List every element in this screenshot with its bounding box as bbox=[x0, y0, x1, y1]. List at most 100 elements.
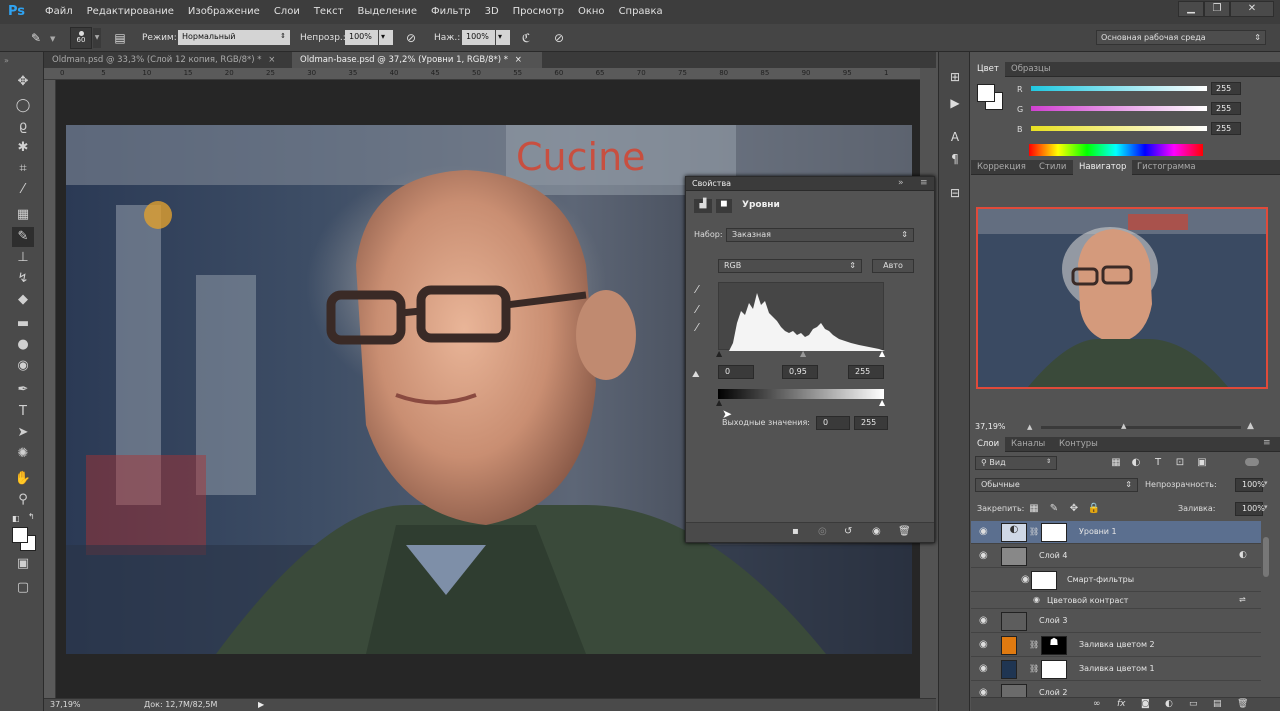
layer-row[interactable]: ◉ Слой 3 bbox=[971, 610, 1261, 633]
move-tool-icon[interactable]: ✥ bbox=[12, 72, 34, 92]
zoom-slider-thumb[interactable]: ▲ bbox=[1121, 422, 1126, 430]
brush-panel-icon[interactable]: ▤ bbox=[112, 30, 128, 46]
filter-shape-icon[interactable]: ⊡ bbox=[1173, 456, 1187, 470]
layer-row[interactable]: ◉ ◐ ⛓ Уровни 1 bbox=[971, 521, 1261, 544]
foreground-color-swatch[interactable] bbox=[12, 527, 28, 543]
delete-adjustment-icon[interactable]: 🗑 bbox=[898, 526, 911, 537]
default-colors-icon[interactable]: ◧ bbox=[12, 514, 22, 524]
brush-tool-icon[interactable]: ✎ bbox=[12, 227, 34, 247]
layers-scrollbar[interactable] bbox=[1263, 537, 1269, 577]
status-menu-icon[interactable]: ▶ bbox=[258, 700, 264, 709]
view-previous-icon[interactable]: ◎ bbox=[818, 526, 827, 537]
panel-menu-icon[interactable]: ≡ bbox=[1263, 438, 1271, 448]
foreground-color-swatch[interactable] bbox=[977, 84, 995, 102]
collapse-panel-icon[interactable]: » bbox=[898, 178, 904, 188]
menu-select[interactable]: Выделение bbox=[350, 0, 424, 24]
screen-mode-icon[interactable]: ▢ bbox=[12, 578, 34, 598]
status-zoom[interactable]: 37,19% bbox=[50, 700, 81, 709]
navigator-zoom[interactable]: 37,19% bbox=[975, 422, 1006, 431]
collapse-icon[interactable]: » bbox=[4, 56, 9, 65]
filter-type-icon[interactable]: T bbox=[1151, 456, 1165, 470]
lock-all-icon[interactable]: 🔒 bbox=[1087, 502, 1101, 516]
input-gamma-field[interactable]: 0,95 bbox=[782, 365, 818, 379]
tab-paths[interactable]: Контуры bbox=[1053, 437, 1104, 452]
history-icon[interactable]: ⊞ bbox=[945, 68, 965, 86]
tablet-pressure-icon[interactable]: ⊘ bbox=[551, 30, 567, 46]
input-white-field[interactable]: 255 bbox=[848, 365, 884, 379]
smart-filter-icon[interactable]: ◐ bbox=[1239, 550, 1247, 560]
marquee-tool-icon[interactable]: ◯ bbox=[12, 96, 34, 116]
workspace-select[interactable]: Основная рабочая среда ⇕ bbox=[1096, 30, 1266, 45]
clip-to-layer-icon[interactable]: ▪ bbox=[792, 526, 799, 537]
type-tool-icon[interactable]: T bbox=[12, 402, 34, 422]
opacity-dropdown[interactable]: ▾ bbox=[1264, 479, 1268, 487]
zoom-tool-icon[interactable]: ⚲ bbox=[12, 490, 34, 510]
close-window-button[interactable]: ✕ bbox=[1230, 1, 1274, 17]
navigator-zoom-slider[interactable] bbox=[1041, 426, 1241, 429]
minimize-button[interactable]: ▁ bbox=[1178, 1, 1204, 17]
layer-row[interactable]: ◉ Слой 2 bbox=[971, 682, 1261, 697]
new-group-icon[interactable]: ▭ bbox=[1189, 699, 1198, 709]
eye-icon[interactable]: ◉ bbox=[979, 526, 988, 537]
output-black-slider[interactable]: ▲ bbox=[716, 398, 722, 407]
panel-menu-icon[interactable]: ≡ bbox=[920, 178, 928, 188]
swap-colors-icon[interactable]: ↰ bbox=[28, 512, 35, 521]
eye-icon[interactable]: ◉ bbox=[979, 550, 988, 561]
output-white-field[interactable]: 255 bbox=[854, 416, 888, 430]
new-adjustment-icon[interactable]: ◐ bbox=[1165, 699, 1173, 709]
gray-point-eyedropper-icon[interactable]: ⁄ bbox=[696, 303, 698, 316]
tab-adjustments[interactable]: Коррекция bbox=[971, 160, 1032, 175]
input-black-slider[interactable]: ▲ bbox=[716, 349, 722, 358]
brush-tool-icon[interactable]: ✎ bbox=[28, 30, 44, 46]
filter-options-icon[interactable]: ⇌ bbox=[1239, 595, 1246, 604]
pen-tool-icon[interactable]: ✒ bbox=[12, 380, 34, 400]
eye-icon[interactable]: ◉ bbox=[979, 639, 988, 650]
character-icon[interactable]: A bbox=[945, 128, 965, 146]
zoom-in-icon[interactable]: ▲ bbox=[1247, 421, 1254, 431]
black-point-eyedropper-icon[interactable]: ⁄ bbox=[696, 283, 698, 296]
layer-row[interactable]: ◉ ⛓ ☗ Заливка цветом 2 bbox=[971, 634, 1261, 657]
levels-adjustment-icon[interactable]: ▟ bbox=[694, 199, 712, 213]
color-g-slider[interactable] bbox=[1031, 106, 1207, 111]
reset-icon[interactable]: ↺ bbox=[844, 526, 852, 537]
color-b-value[interactable]: 255 bbox=[1211, 122, 1241, 135]
close-icon[interactable]: × bbox=[515, 55, 522, 65]
path-select-tool-icon[interactable]: ➤ bbox=[12, 423, 34, 443]
brush-preset-dropdown[interactable]: ▼ bbox=[93, 28, 101, 48]
pressure-input[interactable]: 100% bbox=[462, 30, 495, 45]
input-black-field[interactable]: 0 bbox=[718, 365, 754, 379]
close-icon[interactable]: × bbox=[268, 55, 275, 65]
opacity-input[interactable]: 100% bbox=[345, 30, 378, 45]
pressure-opacity-icon[interactable]: ⊘ bbox=[403, 30, 419, 46]
tab-color[interactable]: Цвет bbox=[971, 62, 1005, 77]
tab-styles[interactable]: Стили bbox=[1033, 160, 1072, 175]
blur-tool-icon[interactable]: ● bbox=[12, 335, 34, 355]
filter-pixel-icon[interactable]: ▦ bbox=[1109, 456, 1123, 470]
fx-icon[interactable]: fx bbox=[1117, 699, 1126, 709]
tab-swatches[interactable]: Образцы bbox=[1005, 62, 1057, 77]
tab-oldman[interactable]: Oldman.psd @ 33,3% (Слой 12 копия, RGB/8… bbox=[44, 52, 280, 68]
color-b-slider[interactable] bbox=[1031, 126, 1207, 131]
eye-icon[interactable]: ◉ bbox=[1021, 574, 1030, 585]
lasso-tool-icon[interactable]: ϱ bbox=[12, 117, 34, 137]
properties-icon[interactable]: ⊟ bbox=[945, 184, 965, 202]
quick-mask-icon[interactable]: ▣ bbox=[12, 554, 34, 574]
chevron-down-icon[interactable]: ▼ bbox=[50, 35, 55, 43]
menu-view[interactable]: Просмотр bbox=[506, 0, 571, 24]
new-layer-icon[interactable]: ▤ bbox=[1213, 699, 1222, 709]
restore-button[interactable]: ❐ bbox=[1204, 1, 1230, 17]
tab-histogram[interactable]: Гистограмма bbox=[1131, 160, 1202, 175]
fill-dropdown[interactable]: ▾ bbox=[1264, 503, 1268, 511]
eye-icon[interactable]: ◉ bbox=[979, 663, 988, 674]
menu-file[interactable]: Файл bbox=[38, 0, 80, 24]
menu-help[interactable]: Справка bbox=[612, 0, 670, 24]
airbrush-icon[interactable]: ℭ bbox=[518, 30, 534, 46]
filter-toggle[interactable] bbox=[1245, 458, 1259, 466]
menu-image[interactable]: Изображение bbox=[181, 0, 267, 24]
filter-smart-object-icon[interactable]: ▣ bbox=[1195, 456, 1209, 470]
color-g-value[interactable]: 255 bbox=[1211, 102, 1241, 115]
actions-icon[interactable]: ▶ bbox=[945, 94, 965, 112]
eraser-tool-icon[interactable]: ◆ bbox=[12, 290, 34, 310]
layer-opacity-input[interactable]: 100% bbox=[1235, 478, 1265, 492]
color-r-slider[interactable] bbox=[1031, 86, 1207, 91]
